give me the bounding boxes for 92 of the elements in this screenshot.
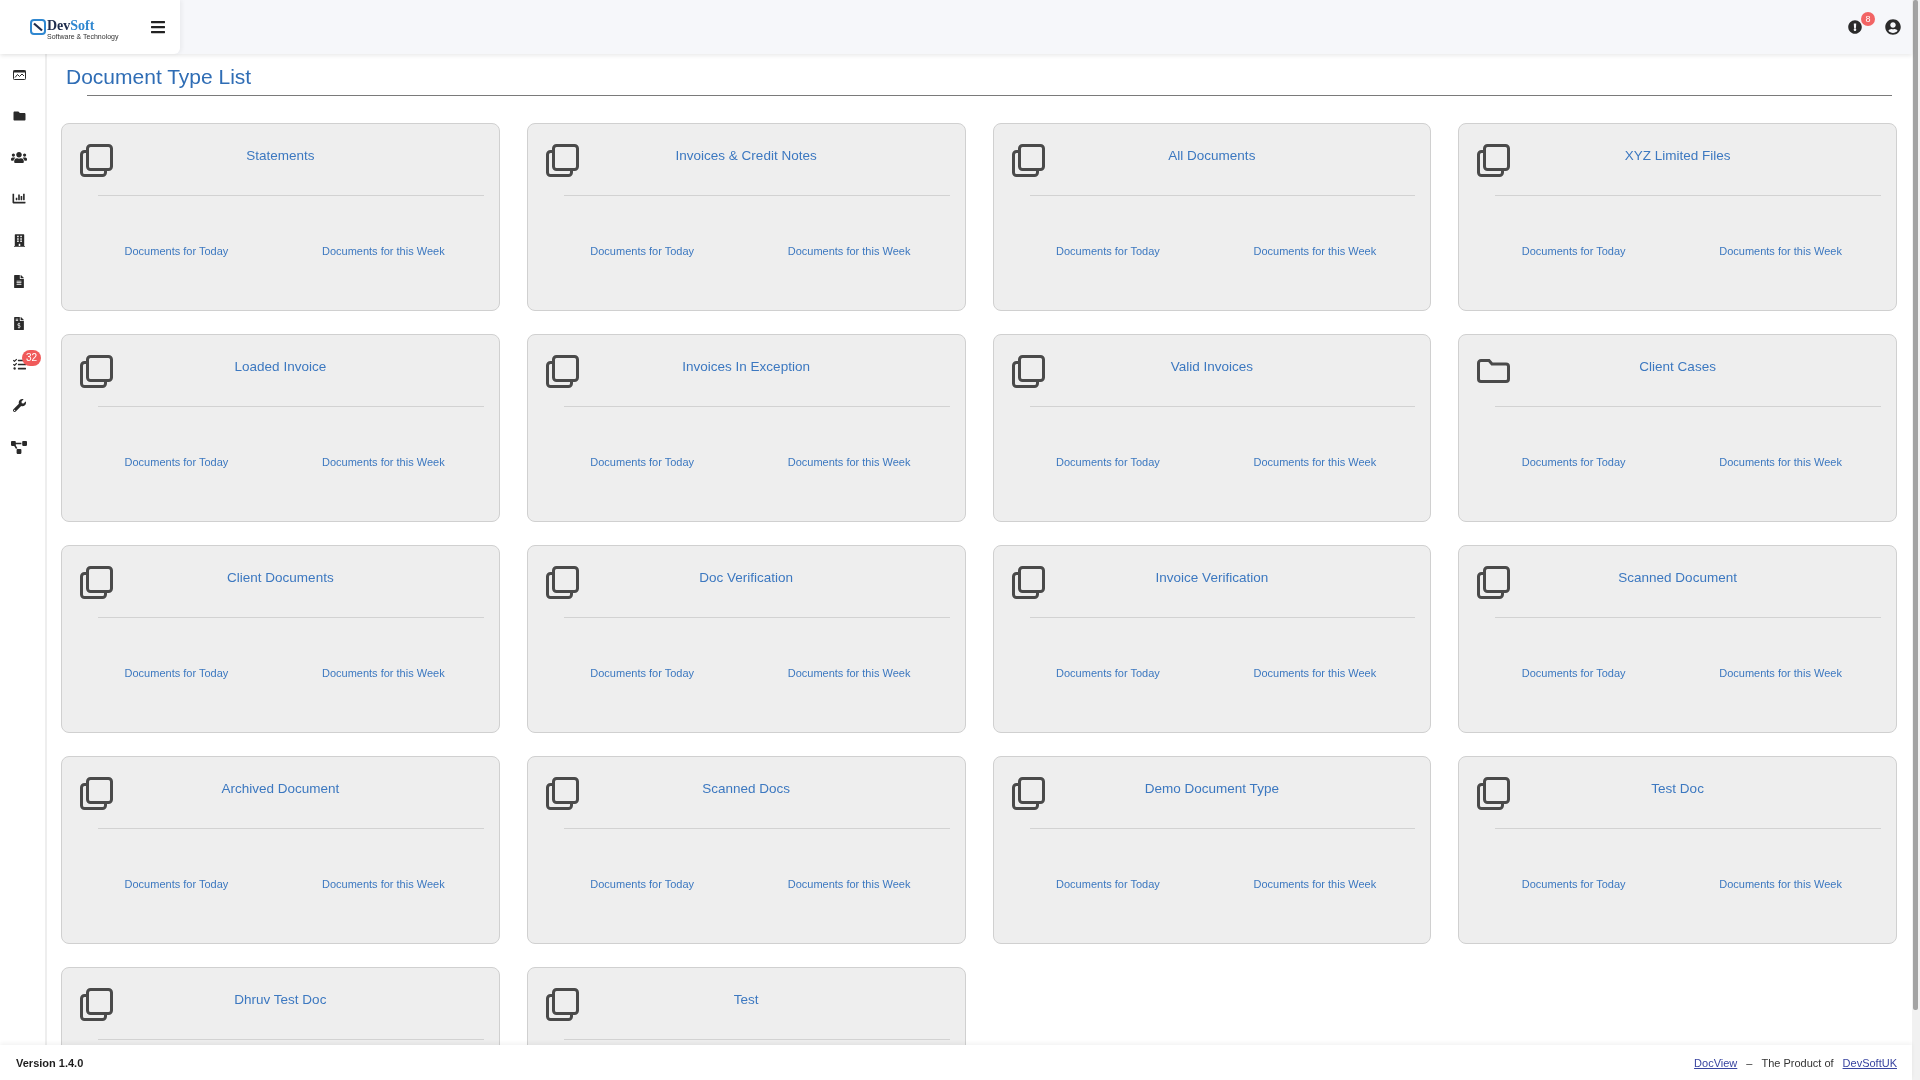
copy-icon [1011, 566, 1045, 599]
card-title-link[interactable]: Demo Document Type [1144, 780, 1279, 797]
card-title-link[interactable]: Invoices & Credit Notes [675, 147, 817, 164]
page-title: Document Type List [66, 64, 253, 89]
card-title-link[interactable]: Valid Invoices [1170, 358, 1253, 375]
folder-icon [1477, 359, 1511, 383]
document-filter-link[interactable]: Documents for Today [1521, 666, 1626, 680]
logo-text: DevSoft [47, 19, 95, 33]
scrollbar-thumb[interactable] [1913, 0, 1918, 1010]
document-filter-link[interactable]: Documents for Today [590, 877, 695, 891]
document-filter-link[interactable]: Documents for Today [1056, 877, 1160, 891]
count-badge: 32 [22, 349, 41, 366]
copy-icon [1477, 777, 1511, 810]
card-title-link[interactable]: Statements [246, 147, 315, 164]
document-filter-link[interactable]: Documents for Today [1056, 666, 1160, 680]
copy-icon [1011, 777, 1045, 810]
document-filter-link[interactable]: Documents for this Week [787, 666, 911, 680]
product-link[interactable]: DocView [1694, 1056, 1738, 1069]
network-icon[interactable] [11, 440, 27, 454]
credit-text: The Product of [1761, 1056, 1834, 1069]
document-filter-link[interactable]: Documents for Today [590, 455, 695, 469]
document-filter-link[interactable]: Documents for this Week [321, 666, 445, 680]
copy-icon [545, 566, 579, 599]
copy-icon [80, 777, 113, 810]
card-title-link[interactable]: Dhruv Test Doc [234, 991, 327, 1008]
copy-icon [80, 988, 113, 1021]
card-title-link[interactable]: Doc Verification [699, 569, 793, 586]
menu-icon[interactable] [151, 19, 165, 35]
folder-icon[interactable] [12, 110, 26, 123]
card-title-link[interactable]: Archived Document [221, 780, 340, 797]
document-filter-link[interactable]: Documents for Today [1056, 244, 1160, 258]
document-filter-link[interactable]: Documents for this Week [1253, 666, 1377, 680]
alert-icon[interactable] [1848, 20, 1862, 34]
card-title-link[interactable]: Scanned Docs [702, 780, 791, 797]
card-title-link[interactable]: Invoice Verification [1155, 569, 1269, 586]
copy-icon [1011, 144, 1045, 177]
document-filter-link[interactable]: Documents for Today [124, 666, 229, 680]
scrollbar[interactable] [1912, 0, 1920, 1080]
company-link[interactable]: DevSoftUK [1842, 1056, 1897, 1069]
card-title-link[interactable]: Invoices In Exception [682, 358, 810, 375]
document-filter-link[interactable]: Documents for Today [124, 877, 229, 891]
bar-chart-icon[interactable] [12, 192, 26, 206]
copy-icon [545, 144, 579, 177]
building-icon[interactable] [13, 233, 25, 247]
notification-count: 8 [1861, 12, 1875, 26]
card-title-link[interactable]: Scanned Document [1618, 569, 1737, 586]
document-filter-link[interactable]: Documents for Today [124, 244, 229, 258]
copy-icon [545, 777, 579, 810]
document-filter-link[interactable]: Documents for this Week [1253, 244, 1377, 258]
document-filter-link[interactable]: Documents for this Week [1253, 877, 1377, 891]
document-filter-link[interactable]: Documents for Today [1056, 455, 1160, 469]
card-title-link[interactable]: Client Cases [1639, 358, 1716, 375]
copy-icon [1477, 566, 1511, 599]
document-filter-link[interactable]: Documents for this Week [787, 244, 911, 258]
separator-text: – [1746, 1056, 1753, 1069]
copy-icon [80, 566, 113, 599]
card-title-link[interactable]: Client Documents [227, 569, 334, 586]
document-filter-link[interactable]: Documents for this Week [1719, 455, 1842, 469]
users-icon[interactable] [11, 150, 27, 164]
document-filter-link[interactable]: Documents for this Week [1719, 244, 1842, 258]
document-filter-link[interactable]: Documents for this Week [787, 455, 911, 469]
document-filter-link[interactable]: Documents for Today [1521, 455, 1626, 469]
copy-icon [545, 355, 579, 388]
card-title-link[interactable]: Test Doc [1651, 780, 1704, 797]
user-icon[interactable] [1885, 19, 1901, 35]
document-icon[interactable] [14, 275, 24, 289]
copy-icon [80, 144, 113, 177]
document-filter-link[interactable]: Documents for this Week [321, 455, 445, 469]
copy-icon [545, 988, 579, 1021]
document-filter-link[interactable]: Documents for this Week [787, 877, 911, 891]
card-title-link[interactable]: Test [733, 991, 759, 1008]
version-text: Version 1.4.0 [16, 1056, 84, 1069]
document-filter-link[interactable]: Documents for this Week [1719, 877, 1842, 891]
dollar-document-icon[interactable] [14, 316, 24, 330]
logo-mark-icon [30, 19, 46, 35]
document-filter-link[interactable]: Documents for Today [590, 666, 695, 680]
document-filter-link[interactable]: Documents for Today [1521, 877, 1626, 891]
card-title-link[interactable]: XYZ Limited Files [1624, 147, 1731, 164]
copy-icon [80, 355, 113, 388]
document-filter-link[interactable]: Documents for this Week [321, 244, 445, 258]
document-filter-link[interactable]: Documents for this Week [1719, 666, 1842, 680]
document-filter-link[interactable]: Documents for Today [590, 244, 695, 258]
wrench-icon[interactable] [12, 399, 26, 413]
card-title-link[interactable]: All Documents [1168, 147, 1256, 164]
monitor-chart-icon[interactable] [12, 69, 26, 80]
copy-icon [1477, 144, 1511, 177]
document-filter-link[interactable]: Documents for this Week [1253, 455, 1377, 469]
document-filter-link[interactable]: Documents for this Week [321, 877, 445, 891]
document-filter-link[interactable]: Documents for Today [1521, 244, 1626, 258]
document-filter-link[interactable]: Documents for Today [124, 455, 229, 469]
copy-icon [1011, 355, 1045, 388]
card-title-link[interactable]: Loaded Invoice [234, 358, 327, 375]
